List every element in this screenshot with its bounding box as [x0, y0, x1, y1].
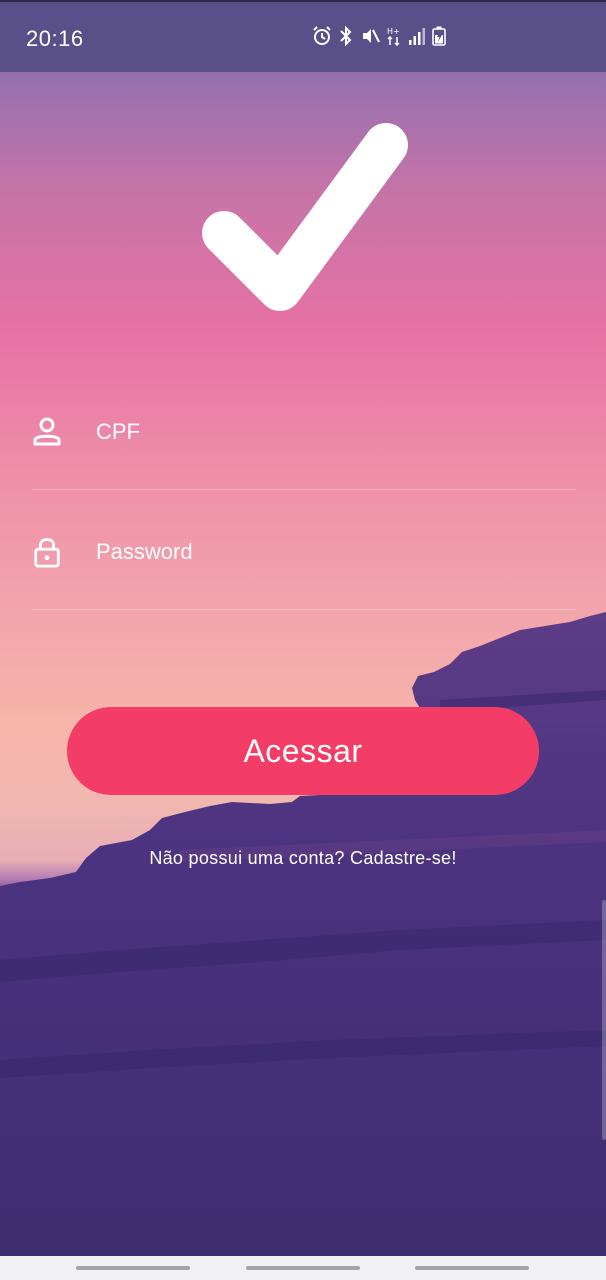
signal-icon — [409, 28, 425, 45]
scroll-edge — [602, 900, 606, 1140]
person-icon — [33, 417, 61, 446]
back-button[interactable] — [415, 1266, 529, 1270]
password-input[interactable] — [96, 530, 566, 574]
cpf-field[interactable] — [32, 410, 576, 490]
alarm-icon — [313, 26, 331, 45]
mute-icon — [363, 29, 380, 43]
status-time: 20:16 — [26, 26, 84, 51]
cpf-input[interactable] — [96, 410, 566, 454]
checkmark-icon — [202, 123, 408, 311]
login-screen: 20:16 H+ CPF Acessar Não possui uma cont… — [0, 0, 606, 1280]
navigation-bar — [0, 1256, 606, 1280]
battery-charging-icon — [432, 26, 446, 46]
password-field[interactable] — [32, 530, 576, 610]
home-button[interactable] — [246, 1266, 360, 1270]
lock-icon — [34, 538, 60, 568]
data-activity-icon: H+ — [387, 27, 400, 46]
status-icons: H+ — [312, 26, 446, 46]
bluetooth-icon — [340, 26, 352, 46]
recents-button[interactable] — [76, 1266, 190, 1270]
signup-link[interactable]: Não possui uma conta? Cadastre-se! — [0, 848, 606, 869]
status-bar: 20:16 H+ — [0, 0, 606, 72]
svg-text:H+: H+ — [387, 27, 400, 36]
login-button[interactable]: Acessar — [67, 707, 539, 795]
